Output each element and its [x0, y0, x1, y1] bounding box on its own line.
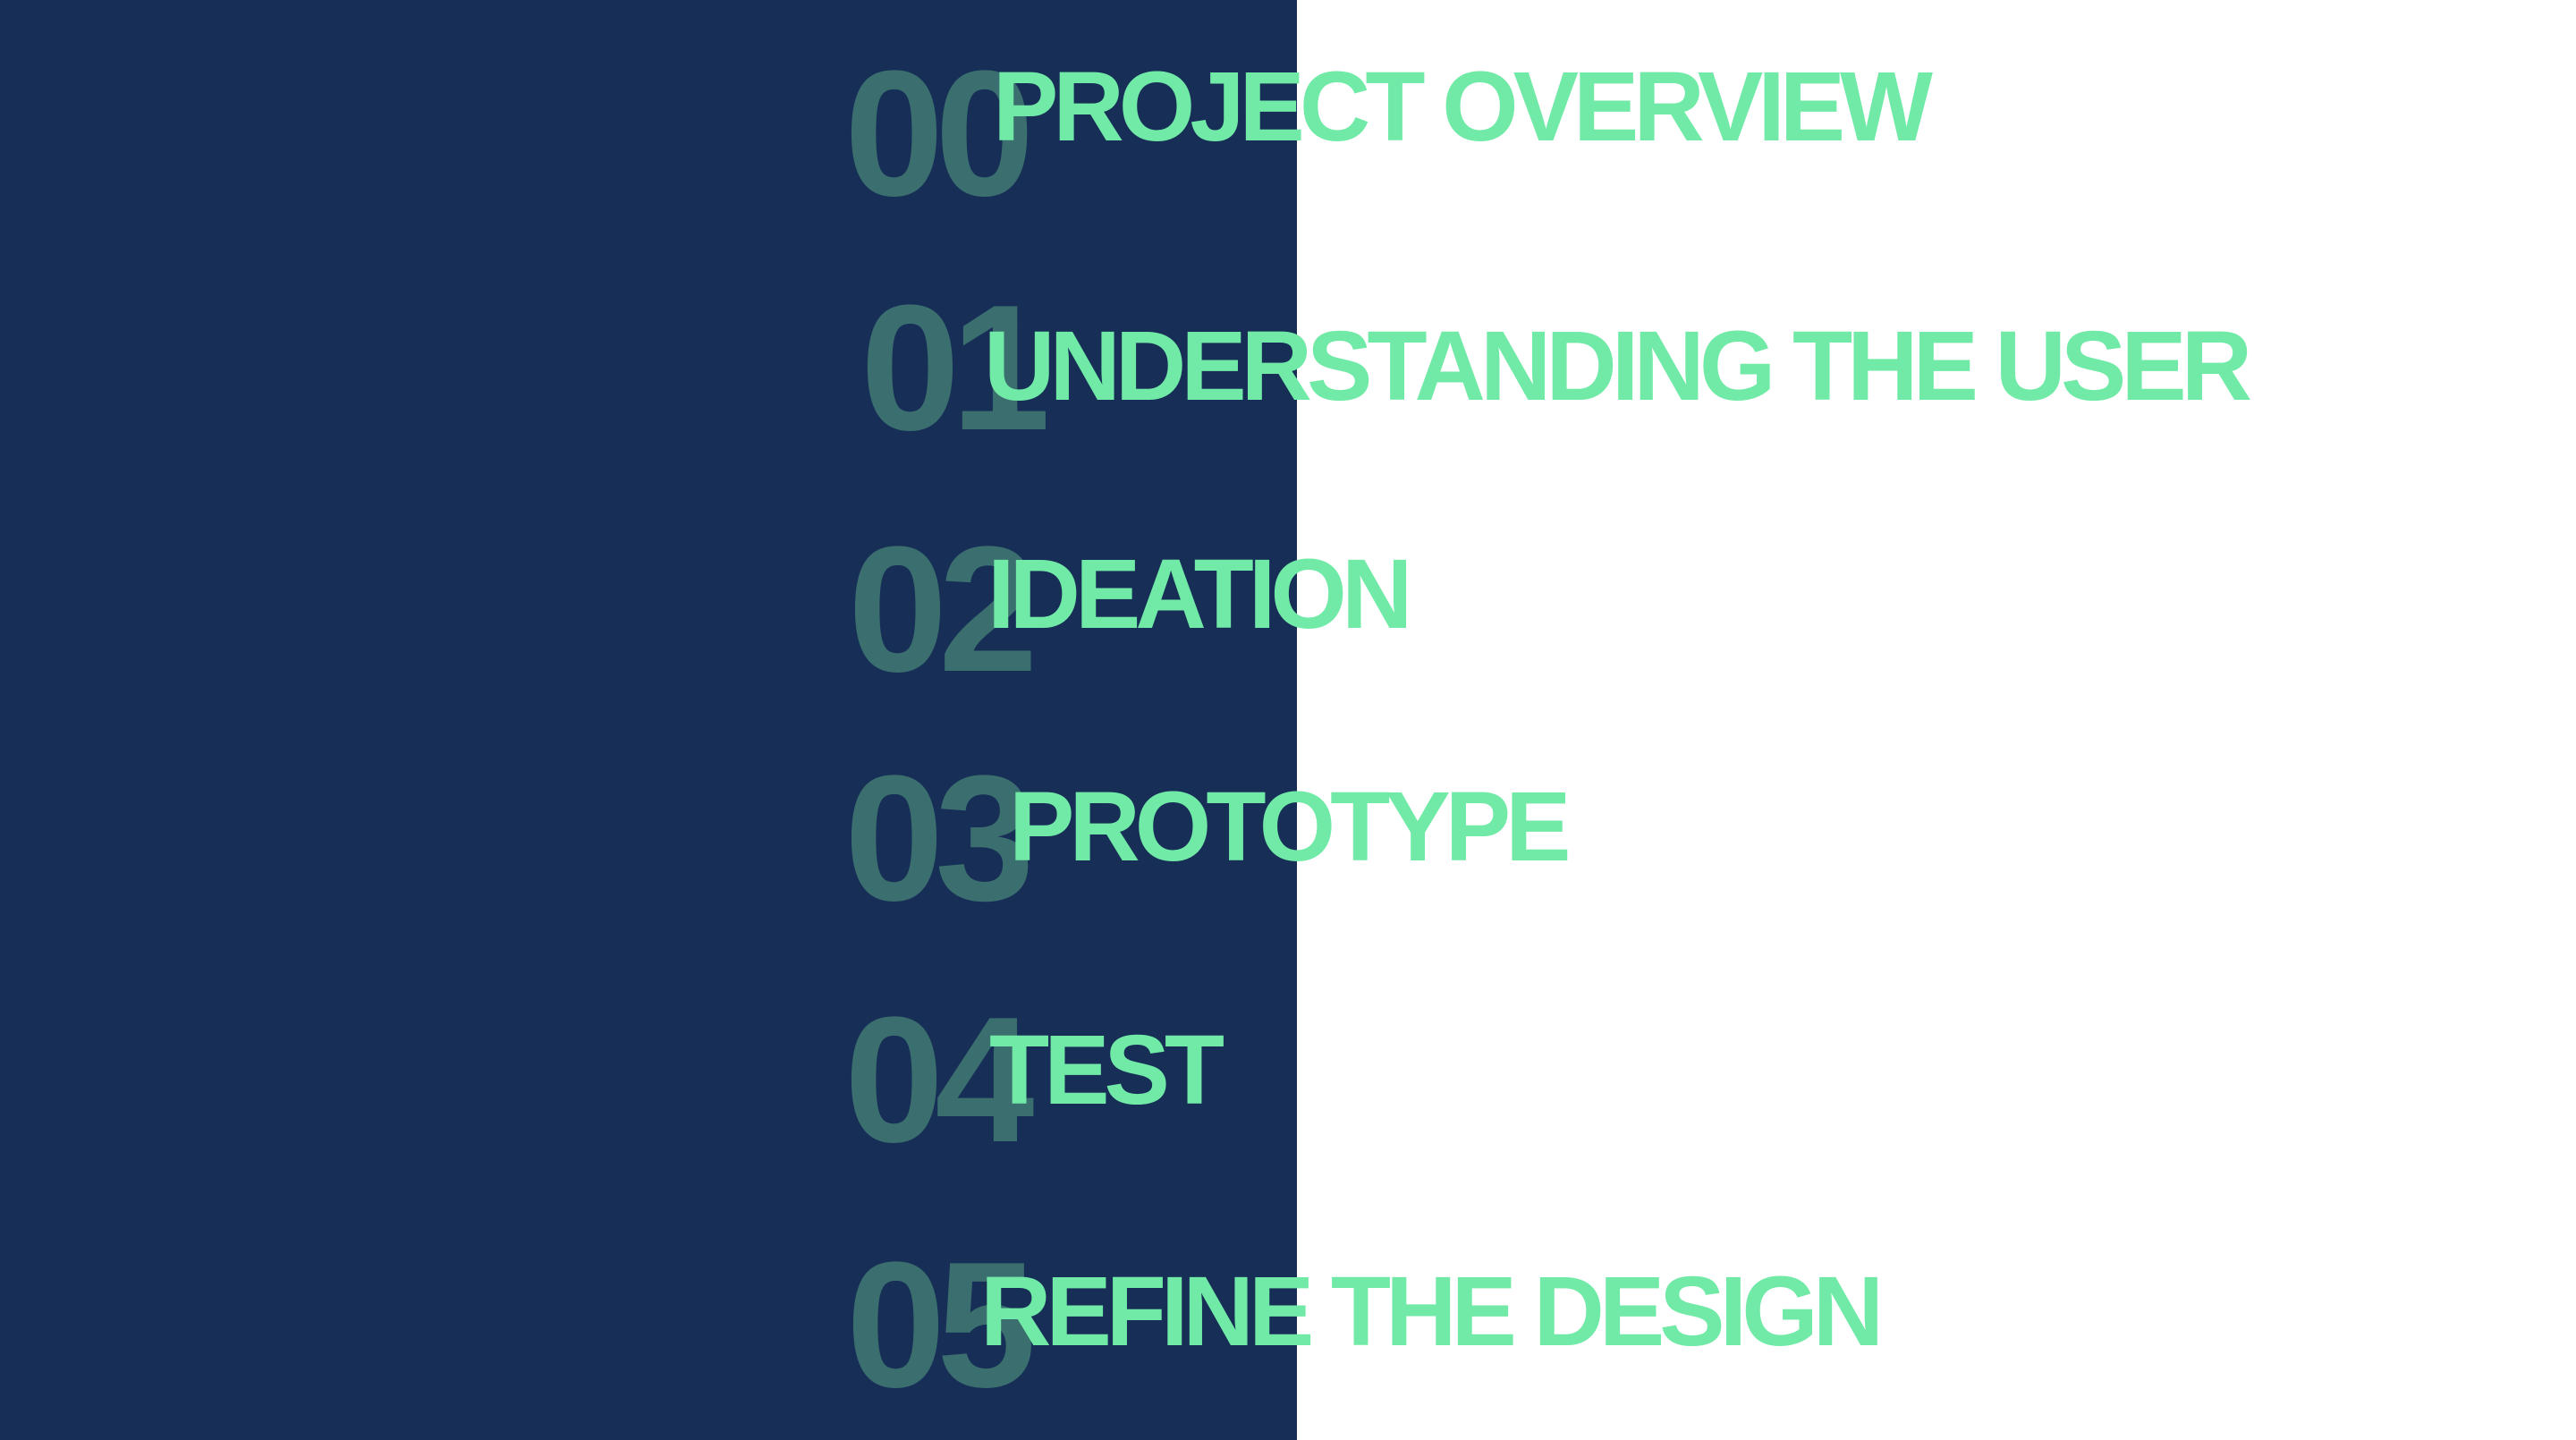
agenda-title: TEST	[989, 1015, 1224, 1125]
agenda-item-03: 03 PROTOTYPE	[0, 733, 2576, 928]
agenda-item-04: 04 TEST	[0, 975, 2576, 1170]
agenda-item-00: 00 PROJECT OVERVIEW	[0, 27, 2576, 224]
agenda-title: PROTOTYPE	[1009, 772, 1571, 882]
agenda-title: IDEATION	[987, 539, 1412, 649]
agenda-slide: 00 PROJECT OVERVIEW 01 UNDERSTANDING THE…	[0, 0, 2576, 1440]
agenda-title: UNDERSTANDING THE USER	[984, 311, 2252, 421]
agenda-number: 03	[844, 739, 1034, 938]
agenda-title: REFINE THE DESIGN	[980, 1257, 1884, 1367]
agenda-title: PROJECT OVERVIEW	[993, 52, 1933, 162]
agenda-item-01: 01 UNDERSTANDING THE USER	[0, 268, 2576, 458]
agenda-item-02: 02 IDEATION	[0, 510, 2576, 699]
agenda-item-05: 05 REFINE THE DESIGN	[0, 1216, 2576, 1415]
